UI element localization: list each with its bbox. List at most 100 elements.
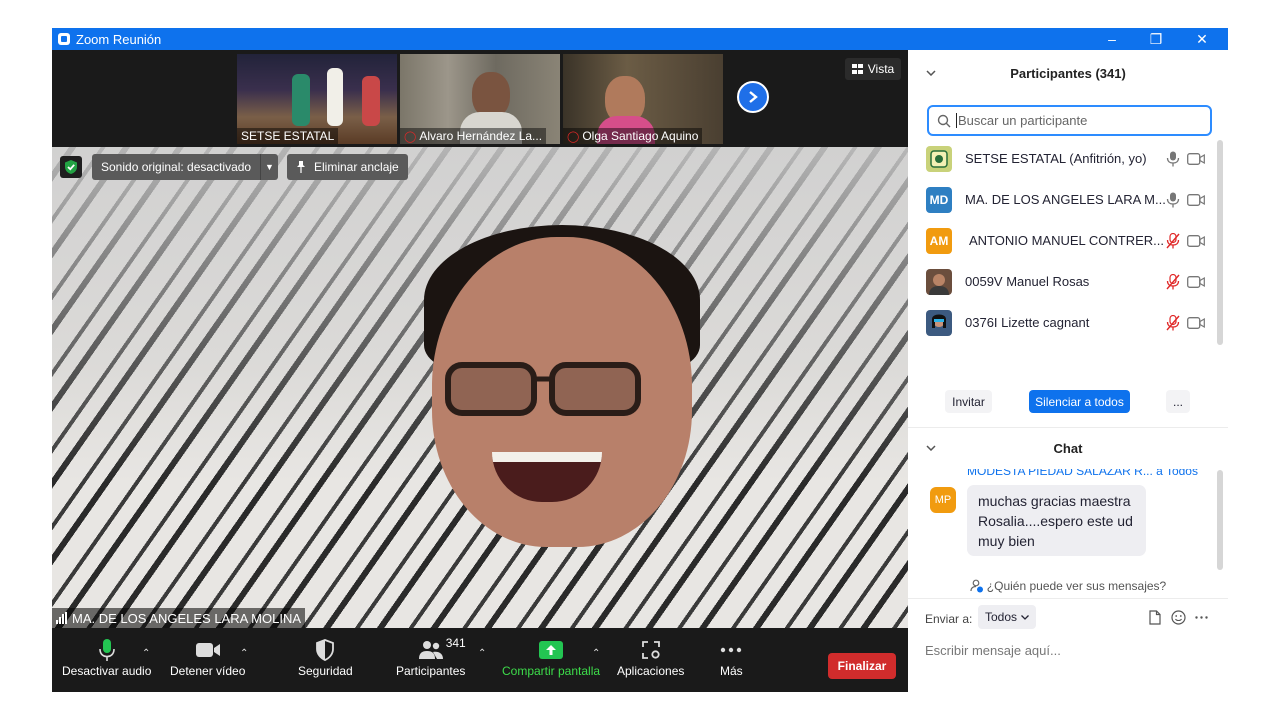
view-button[interactable]: Vista — [845, 58, 901, 80]
share-options-caret[interactable]: ⌃ — [592, 648, 600, 659]
microphone-icon — [98, 639, 115, 661]
unpin-button[interactable]: Eliminar anclaje — [287, 154, 408, 180]
video-options-caret[interactable]: ⌃ — [240, 648, 248, 659]
recipient-value: Todos — [985, 610, 1018, 624]
chevron-right-icon — [749, 91, 758, 103]
video-camera-icon — [195, 643, 220, 657]
share-screen-button[interactable]: Compartir pantalla — [502, 636, 600, 688]
audio-options-caret[interactable]: ⌃ — [142, 648, 150, 659]
video-thumbnail[interactable]: ◯ Olga Santiago Aquino — [563, 54, 723, 144]
emoji-icon[interactable] — [1170, 609, 1186, 625]
gallery-view-icon — [851, 64, 863, 74]
muted-mic-icon[interactable] — [1166, 314, 1180, 331]
video-camera-icon[interactable] — [1187, 234, 1205, 247]
participant-name: 0059V Manuel Rosas — [965, 274, 1090, 289]
recipient-select[interactable]: Todos — [978, 605, 1037, 629]
zoom-window: Zoom Reunión – ❐ ✕ SETSE ESTATAL ◯ Alvaro… — [52, 28, 1228, 692]
apps-label: Aplicaciones — [617, 664, 685, 678]
search-icon — [937, 114, 951, 127]
participant-search-input[interactable]: Buscar un participante — [927, 105, 1212, 136]
minimize-button[interactable]: – — [1090, 28, 1134, 50]
speaker-name-tag: MA. DE LOS ANGELES LARA MOLINA — [52, 608, 306, 628]
video-thumbnail[interactable]: ◯ Alvaro Hernández La... — [400, 54, 560, 144]
apps-icon — [641, 641, 660, 659]
video-camera-icon[interactable] — [1187, 316, 1205, 329]
invite-button[interactable]: Invitar — [945, 390, 992, 413]
video-label: Detener vídeo — [170, 664, 246, 678]
thumbnail-strip: SETSE ESTATAL ◯ Alvaro Hernández La... ◯ O… — [52, 50, 908, 147]
security-label: Seguridad — [298, 664, 353, 678]
close-button[interactable]: ✕ — [1180, 28, 1224, 50]
encryption-shield-button[interactable] — [60, 156, 82, 178]
end-meeting-button[interactable]: Finalizar — [828, 653, 896, 679]
shield-check-icon — [65, 160, 77, 174]
apps-button[interactable]: Aplicaciones — [617, 636, 684, 688]
participant-row[interactable]: MD MA. DE LOS ANGELES LARA M... — [908, 179, 1220, 220]
participants-scrollbar[interactable] — [1217, 140, 1223, 345]
search-placeholder: Buscar un participante — [958, 113, 1088, 128]
video-camera-icon[interactable] — [1187, 275, 1205, 288]
speaker-name: MA. DE LOS ANGELES LARA MOLINA — [72, 610, 302, 626]
avatar: MP — [930, 487, 956, 513]
thumbnail-name: SETSE ESTATAL — [237, 128, 339, 144]
participant-row[interactable]: AM ANTONIO MANUEL CONTRER... — [908, 220, 1220, 261]
video-thumbnail[interactable]: SETSE ESTATAL — [237, 54, 397, 144]
chat-scrollbar[interactable] — [1217, 470, 1223, 570]
avatar — [926, 309, 952, 336]
microphone-icon[interactable] — [1166, 192, 1180, 208]
chevron-down-icon — [926, 70, 936, 76]
audio-label: Desactivar audio — [62, 664, 152, 678]
participants-label: Participantes — [396, 664, 466, 678]
more-options-button[interactable]: ... — [1166, 390, 1190, 413]
who-can-see-link[interactable]: ¿Quién puede ver sus mensajes? — [908, 577, 1228, 595]
participants-title: Participantes (341) — [1010, 65, 1126, 81]
video-camera-icon[interactable] — [1187, 152, 1205, 165]
more-dots-icon[interactable] — [1193, 609, 1209, 625]
more-button[interactable]: Más — [720, 636, 743, 688]
participants-header: Participantes (341) — [908, 53, 1228, 93]
pin-icon — [297, 161, 305, 173]
original-sound-button[interactable]: Sonido original: desactivado — [92, 154, 261, 180]
message-sender: MODESTA PIEDAD SALAZAR R... a Todos — [967, 469, 1198, 478]
zoom-app-icon — [58, 33, 70, 45]
participants-button[interactable]: 341 Participantes — [396, 636, 466, 688]
file-icon[interactable] — [1147, 609, 1163, 625]
chat-message-input[interactable]: Escribir mensaje aquí... — [925, 640, 1215, 660]
meeting-toolbar: Desactivar audio ⌃ Detener vídeo ⌃ Segur… — [52, 628, 908, 692]
chat-header: Chat — [908, 428, 1228, 468]
more-dots-icon — [721, 647, 742, 653]
muted-mic-icon[interactable] — [1166, 232, 1180, 249]
participant-row[interactable]: SETSE ESTATAL (Anfitrión, yo) — [908, 138, 1220, 179]
collapse-chat-button[interactable] — [926, 428, 936, 468]
video-camera-icon[interactable] — [1187, 193, 1205, 206]
unpin-label: Eliminar anclaje — [314, 160, 399, 174]
chat-message: muchas gracias maestra Rosalia....espero… — [967, 485, 1146, 556]
microphone-icon[interactable] — [1166, 151, 1180, 167]
mute-all-button[interactable]: Silenciar a todos — [1029, 390, 1130, 413]
side-panel: Participantes (341) Buscar un participan… — [908, 50, 1228, 692]
more-label: Más — [720, 664, 743, 678]
shield-icon — [316, 639, 335, 661]
security-button[interactable]: Seguridad — [298, 636, 353, 688]
avatar: AM — [926, 227, 952, 254]
mute-audio-button[interactable]: Desactivar audio — [62, 636, 151, 688]
send-to-label: Enviar a: — [925, 612, 973, 626]
participant-row[interactable]: 0376I Lizette cagnant — [908, 302, 1220, 343]
muted-mic-icon: ◯ — [567, 131, 580, 143]
collapse-participants-button[interactable] — [926, 53, 936, 93]
stop-video-button[interactable]: Detener vídeo — [170, 636, 245, 688]
muted-mic-icon[interactable] — [1166, 273, 1180, 290]
participants-options-caret[interactable]: ⌃ — [478, 648, 486, 659]
participant-row[interactable]: 0059V Manuel Rosas — [908, 261, 1220, 302]
participants-icon — [418, 641, 443, 659]
original-sound-caret[interactable]: ▼ — [260, 154, 278, 180]
thumbnail-name: ◯ Alvaro Hernández La... — [400, 128, 547, 144]
participant-name: MA. DE LOS ANGELES LARA M... — [965, 192, 1165, 207]
next-page-button[interactable] — [737, 81, 769, 113]
share-screen-icon — [539, 641, 564, 659]
active-speaker-video: Sonido original: desactivado ▼ Eliminar … — [52, 147, 908, 628]
chevron-down-icon — [926, 445, 936, 451]
participant-name: 0376I Lizette cagnant — [965, 315, 1090, 330]
restore-button[interactable]: ❐ — [1134, 28, 1178, 50]
avatar: MD — [926, 186, 952, 213]
